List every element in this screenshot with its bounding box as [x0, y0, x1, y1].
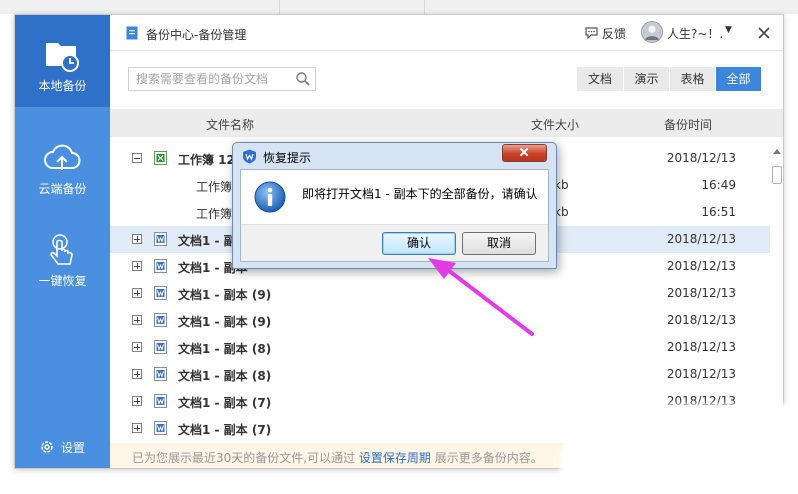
- cloud-upload-icon: [44, 144, 81, 170]
- backup-time: 16:51: [701, 205, 736, 219]
- word-doc-file-icon: [154, 313, 167, 327]
- column-name-header: 文件名称: [206, 118, 255, 132]
- wps-shield-icon: [243, 149, 256, 164]
- word-doc-file-icon: [154, 421, 167, 435]
- word-doc-file-icon: [154, 259, 167, 273]
- backup-time: 2018/12/13: [666, 367, 736, 381]
- background-tab-strip: [0, 0, 798, 14]
- file-name: 文档1 - 副本 (7): [178, 423, 272, 437]
- folder-clock-icon: [46, 43, 79, 72]
- word-doc-file-icon: [154, 232, 167, 246]
- sidebar-item-local-backup[interactable]: 本地备份: [15, 15, 110, 107]
- expand-toggle-icon[interactable]: [132, 369, 142, 379]
- backup-doc-icon: [126, 26, 138, 40]
- filter-spreadsheets[interactable]: 表格: [670, 67, 715, 91]
- scrollbar[interactable]: [771, 145, 783, 443]
- sidebar-item-one-click-restore[interactable]: 一键恢复: [15, 210, 110, 302]
- backup-time: 2018/12/13: [666, 286, 736, 300]
- expand-toggle-icon[interactable]: [132, 234, 142, 244]
- confirm-button[interactable]: 确认: [382, 232, 456, 255]
- dialog-title: 恢复提示: [263, 151, 312, 165]
- scrollbar-thumb[interactable]: [772, 166, 782, 184]
- dialog-close-button[interactable]: [502, 144, 547, 162]
- dialog-message: 即将打开文档1 - 副本下的全部备份，请确认: [302, 187, 538, 201]
- chat-bubble-icon: [585, 27, 598, 40]
- file-name: 文档1 - 副本 (7): [178, 396, 272, 410]
- toolbar: 文档 演示 表格 全部: [110, 51, 783, 109]
- expand-toggle-icon[interactable]: [132, 342, 142, 352]
- column-header: 文件名称 文件大小 备份时间: [110, 109, 783, 137]
- background-tab: [110, 0, 280, 14]
- settings-label: 设置: [61, 441, 86, 455]
- column-time-header: 备份时间: [664, 118, 713, 132]
- close-icon[interactable]: [754, 23, 774, 43]
- filter-all[interactable]: 全部: [716, 67, 761, 91]
- file-name: 工作簿 12: [178, 153, 235, 167]
- footer-prefix: 已为您展示最近30天的备份文件,可以通过: [132, 451, 356, 465]
- gear-icon: [41, 441, 53, 453]
- info-icon: [254, 181, 286, 213]
- feedback-label: 反馈: [602, 27, 627, 41]
- word-doc-file-icon: [154, 367, 167, 381]
- word-doc-file-icon: [154, 394, 167, 408]
- dialog-button-bar: 确认 取消: [241, 224, 548, 261]
- avatar: [641, 21, 663, 43]
- filter-presentations[interactable]: 演示: [624, 67, 669, 91]
- file-name: 文档1 - 副本 (8): [178, 342, 272, 356]
- caret-down-icon: ▼: [725, 25, 732, 35]
- user-name: 人生?~！.: [667, 27, 724, 41]
- backup-time: 2018/12/13: [666, 259, 736, 273]
- set-retention-link[interactable]: 设置保存周期: [359, 451, 431, 465]
- sidebar: 本地备份 云端备份 一键恢复 设置: [15, 15, 110, 468]
- collapse-toggle-icon[interactable]: [132, 153, 142, 163]
- expand-toggle-icon[interactable]: [132, 261, 142, 271]
- table-row[interactable]: 文档1 - 副本 (8) 2018/12/13: [110, 361, 770, 388]
- hand-tap-icon: [50, 234, 73, 265]
- backup-time: 2018/12/13: [666, 313, 736, 327]
- title-bar: 备份中心-备份管理 反馈 人生?~！. ▼: [110, 15, 783, 51]
- search-icon[interactable]: [295, 71, 311, 87]
- file-name: 文档1 - 副本 (9): [178, 315, 272, 329]
- file-name: 文档1 - 副本 (8): [178, 369, 272, 383]
- sidebar-item-label: 一键恢复: [38, 274, 87, 288]
- close-icon: [519, 147, 529, 157]
- window-title: 备份中心-备份管理: [146, 28, 247, 42]
- sidebar-item-label: 本地备份: [38, 79, 87, 93]
- table-row[interactable]: 文档1 - 副本 (8) 2018/12/13: [110, 334, 770, 361]
- footer-suffix: 展示更多备份内容。: [434, 451, 543, 465]
- expand-toggle-icon[interactable]: [132, 315, 142, 325]
- redaction-blob: [560, 404, 798, 494]
- expand-toggle-icon[interactable]: [132, 396, 142, 406]
- word-doc-file-icon: [154, 340, 167, 354]
- file-name: 工作簿: [196, 207, 233, 221]
- backup-time: 16:49: [701, 178, 736, 192]
- backup-time: 2018/12/13: [666, 151, 736, 165]
- file-name: 工作簿: [196, 180, 233, 194]
- settings-button[interactable]: 设置: [15, 435, 110, 459]
- sidebar-item-label: 云端备份: [38, 182, 87, 196]
- expand-toggle-icon[interactable]: [132, 288, 142, 298]
- search-box: [128, 67, 316, 91]
- background-tab: [285, 0, 425, 14]
- sidebar-item-cloud-backup[interactable]: 云端备份: [15, 118, 110, 210]
- filter-documents[interactable]: 文档: [577, 67, 623, 91]
- file-name: 文档1 - 副本 (9): [178, 288, 272, 302]
- word-doc-file-icon: [154, 286, 167, 300]
- search-input[interactable]: [129, 68, 289, 90]
- dialog-body: 即将打开文档1 - 副本下的全部备份，请确认 确认 取消: [240, 169, 549, 262]
- restore-confirm-dialog: 恢复提示 即将打开文档1 - 副本下的全部备份，请确认 确认 取消: [232, 142, 557, 269]
- spreadsheet-file-icon: [154, 151, 167, 165]
- table-row[interactable]: 文档1 - 副本 (9) 2018/12/13: [110, 280, 770, 307]
- column-size-header: 文件大小: [531, 118, 580, 132]
- backup-time: 2018/12/13: [666, 340, 736, 354]
- expand-toggle-icon[interactable]: [132, 423, 142, 433]
- cancel-button[interactable]: 取消: [462, 232, 536, 255]
- scroll-up-arrow-icon[interactable]: [773, 149, 781, 154]
- backup-time: 2018/12/13: [666, 232, 736, 246]
- table-row[interactable]: 文档1 - 副本 (9) 2018/12/13: [110, 307, 770, 334]
